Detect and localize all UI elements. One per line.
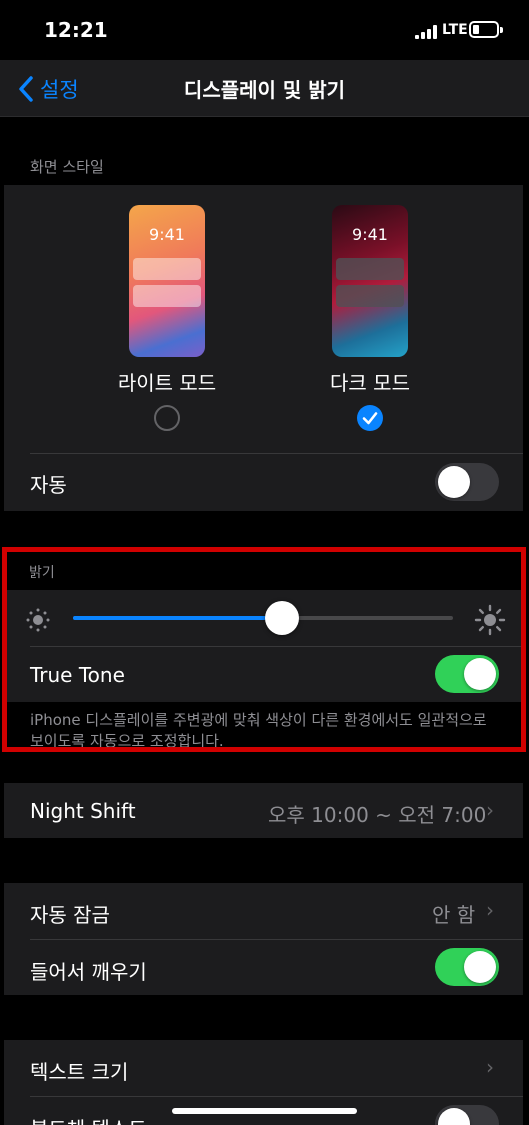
night-shift-value: 오후 10:00 ~ 오전 7:00 <box>268 803 487 827</box>
auto-appearance-label: 자동 <box>30 473 67 497</box>
night-shift-row[interactable]: Night Shift 오후 10:00 ~ 오전 7:00 › <box>4 783 523 838</box>
night-shift-label: Night Shift <box>30 799 136 823</box>
light-mode-radio[interactable] <box>154 405 180 431</box>
light-preview-time: 9:41 <box>149 225 185 244</box>
network-type: LTE <box>442 22 468 38</box>
dark-mode-radio[interactable] <box>357 405 383 431</box>
raise-to-wake-label: 들어서 깨우기 <box>30 960 147 984</box>
appearance-panel: 9:41 라이트 모드 9:41 다크 모드 자동 <box>4 185 523 511</box>
light-mode-label: 라이트 모드 <box>117 371 217 395</box>
light-mode-preview[interactable]: 9:41 <box>129 205 205 357</box>
bold-text-toggle[interactable] <box>435 1105 499 1125</box>
text-size-label: 텍스트 크기 <box>30 1060 129 1084</box>
text-size-row[interactable]: 텍스트 크기 › <box>4 1040 523 1096</box>
page-title: 디스플레이 및 밝기 <box>183 78 346 102</box>
signal-icon <box>415 25 437 39</box>
home-indicator <box>172 1108 357 1114</box>
auto-appearance-toggle[interactable] <box>435 463 499 501</box>
dark-mode-preview[interactable]: 9:41 <box>332 205 408 357</box>
auto-lock-label: 자동 잠금 <box>30 903 110 927</box>
lock-panel: 자동 잠금 안 함 › 들어서 깨우기 <box>4 883 523 995</box>
dark-preview-time: 9:41 <box>352 225 388 244</box>
battery-icon <box>469 21 503 38</box>
chevron-right-icon: › <box>486 1055 494 1079</box>
raise-to-wake-toggle[interactable] <box>435 948 499 986</box>
highlight-box <box>2 547 526 752</box>
appearance-section-label: 화면 스타일 <box>30 158 104 176</box>
checkmark-icon <box>362 412 378 425</box>
status-time: 12:21 <box>44 18 108 42</box>
dark-mode-label: 다크 모드 <box>330 371 410 395</box>
bold-text-label: 볼드체 텍스트 <box>30 1113 147 1125</box>
auto-lock-row[interactable]: 자동 잠금 안 함 › <box>4 883 523 939</box>
chevron-right-icon: › <box>486 798 494 822</box>
auto-lock-value: 안 함 <box>432 903 476 927</box>
chevron-right-icon: › <box>486 898 494 922</box>
